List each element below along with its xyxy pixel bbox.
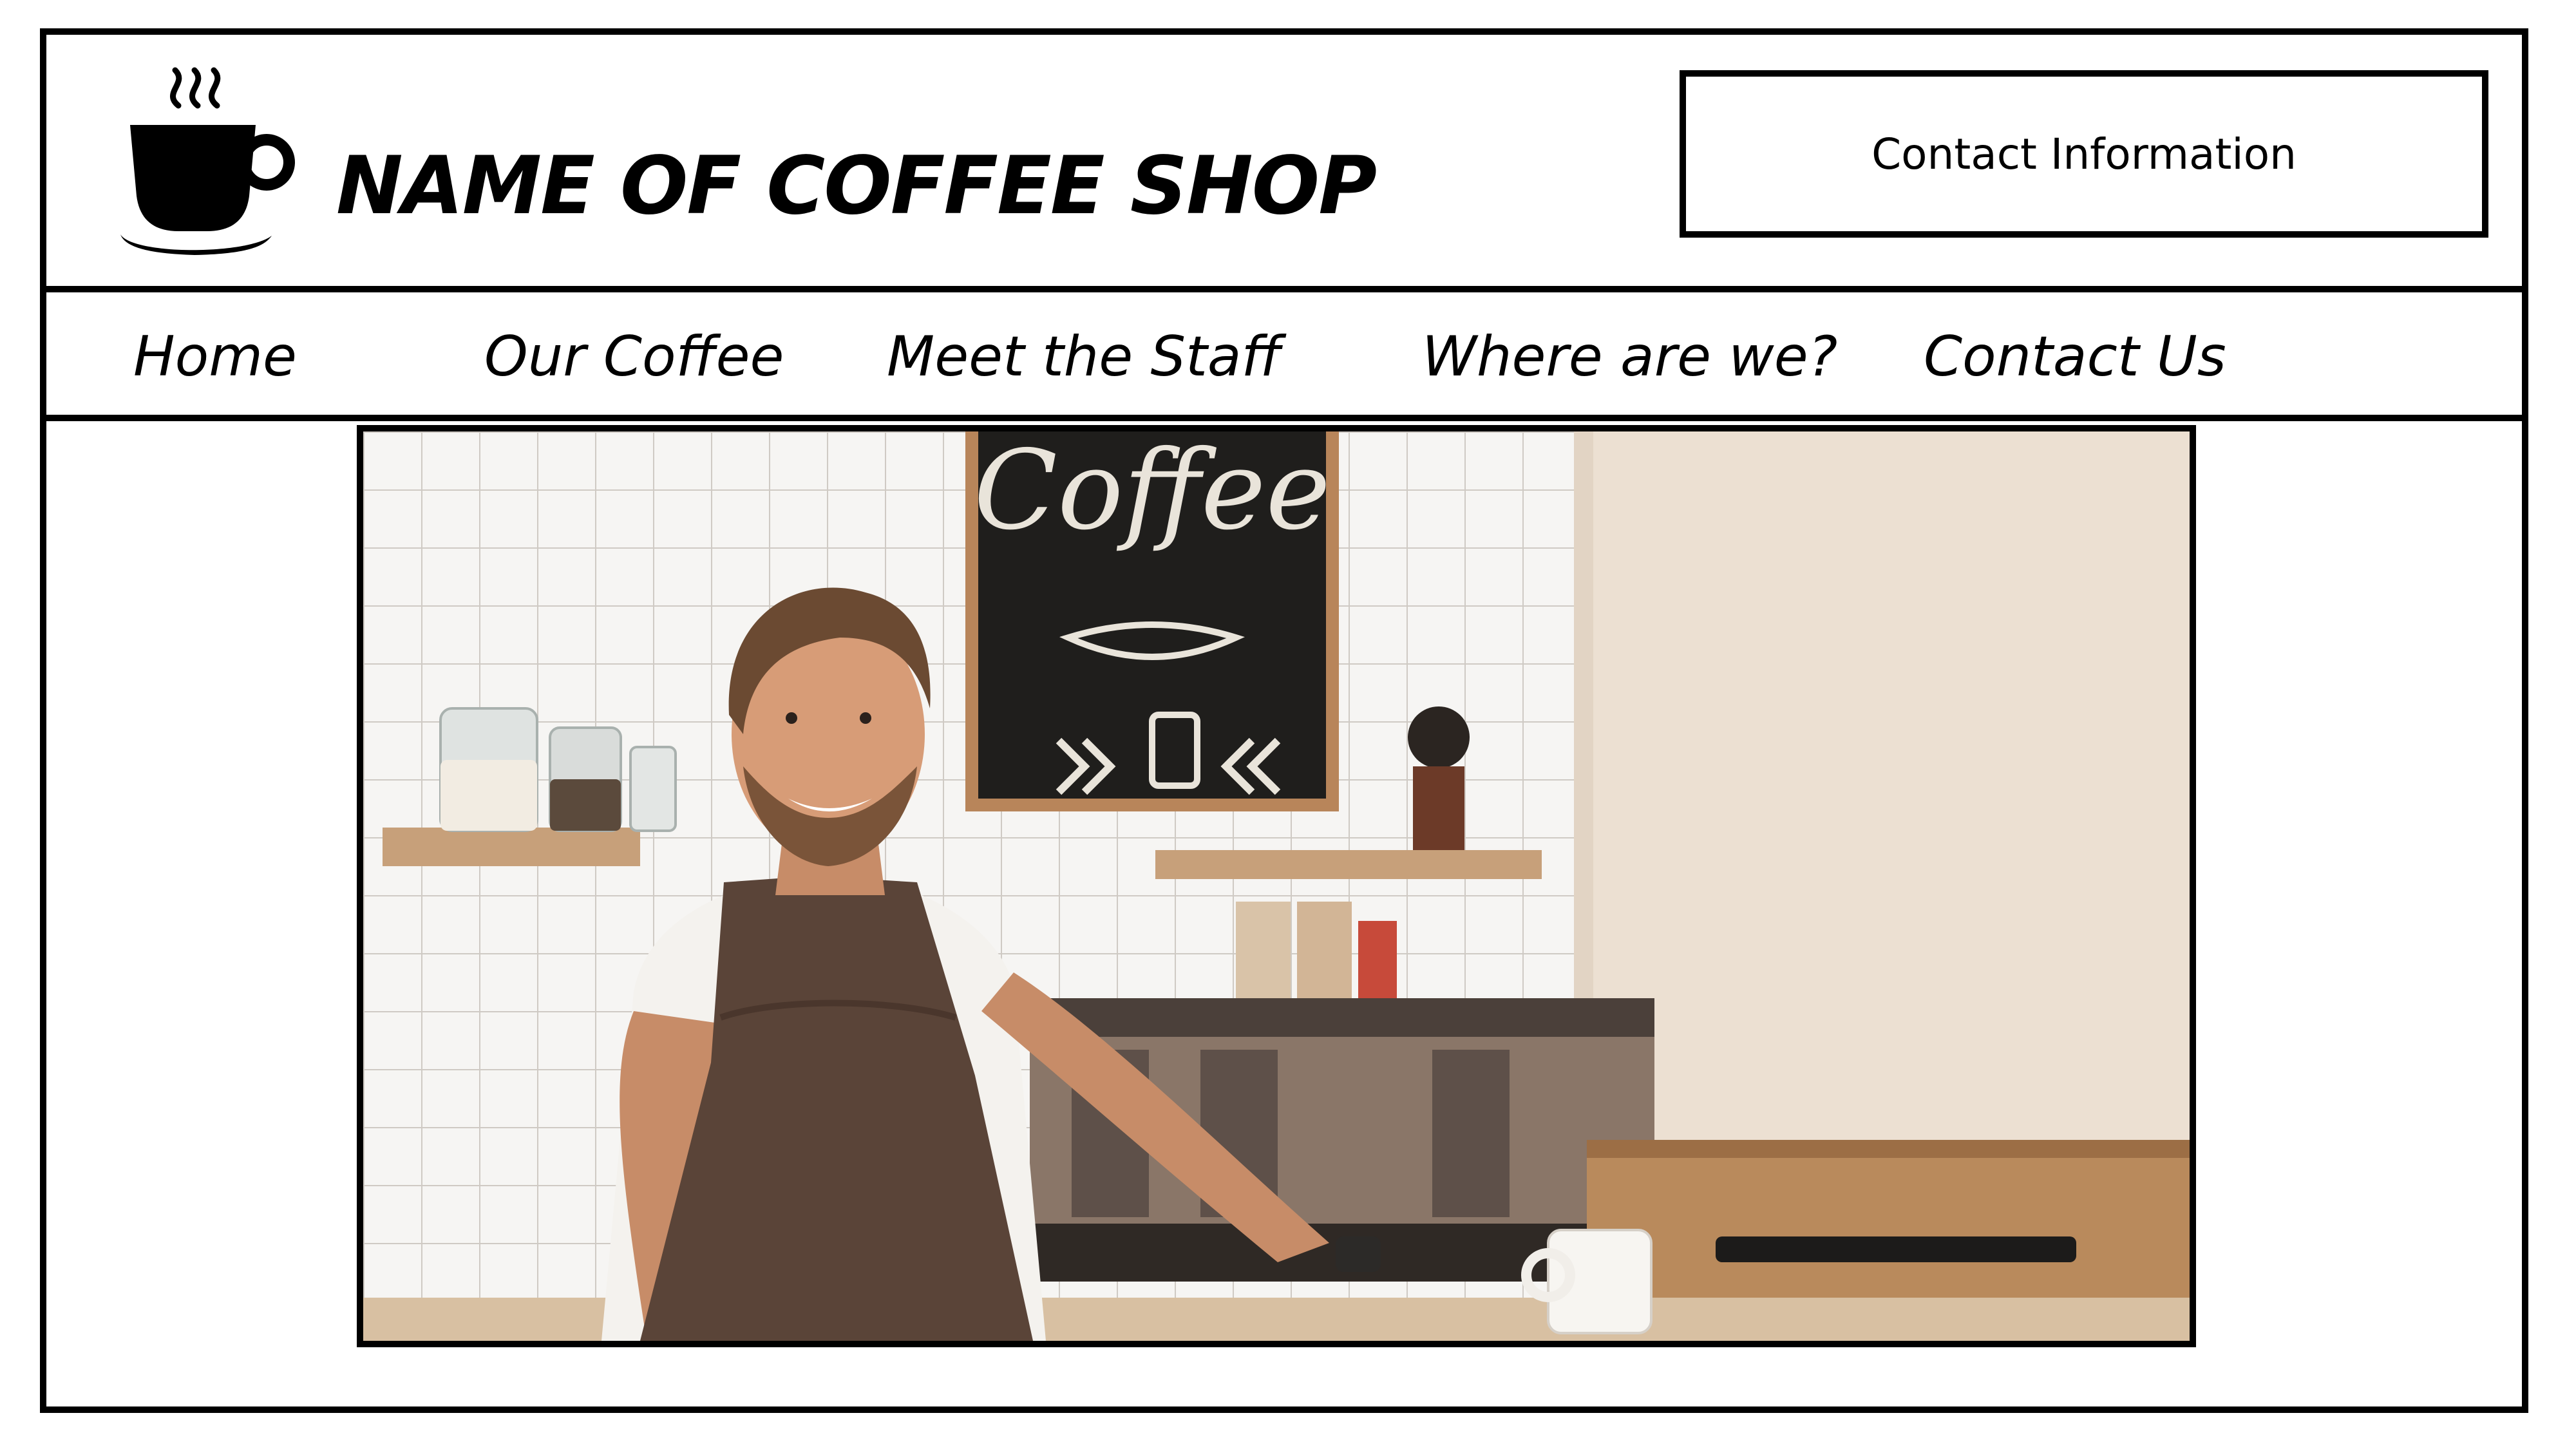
shop-name-title: NAME OF COFFEE SHOP (336, 140, 1377, 232)
nav-item-meet-the-staff[interactable]: Meet the Staff (887, 315, 1282, 399)
chalkboard: Coffee (965, 431, 1339, 811)
coffee-cup-icon[interactable] (117, 67, 310, 267)
nav-item-our-coffee[interactable]: Our Coffee (484, 315, 784, 399)
nav-item-home[interactable]: Home (133, 315, 297, 399)
nav-item-where-are-we[interactable]: Where are we? (1422, 315, 1837, 399)
nav-item-contact-us[interactable]: Contact Us (1924, 315, 2226, 399)
site-header: NAME OF COFFEE SHOP Contact Information (46, 35, 2522, 292)
main-navigation: Home Our Coffee Meet the Staff Where are… (46, 292, 2522, 421)
hero-barista-photo: Coffee (357, 425, 2196, 1347)
contact-information-button[interactable]: Contact Information (1680, 70, 2488, 238)
chalkboard-text: Coffee (974, 431, 1331, 554)
